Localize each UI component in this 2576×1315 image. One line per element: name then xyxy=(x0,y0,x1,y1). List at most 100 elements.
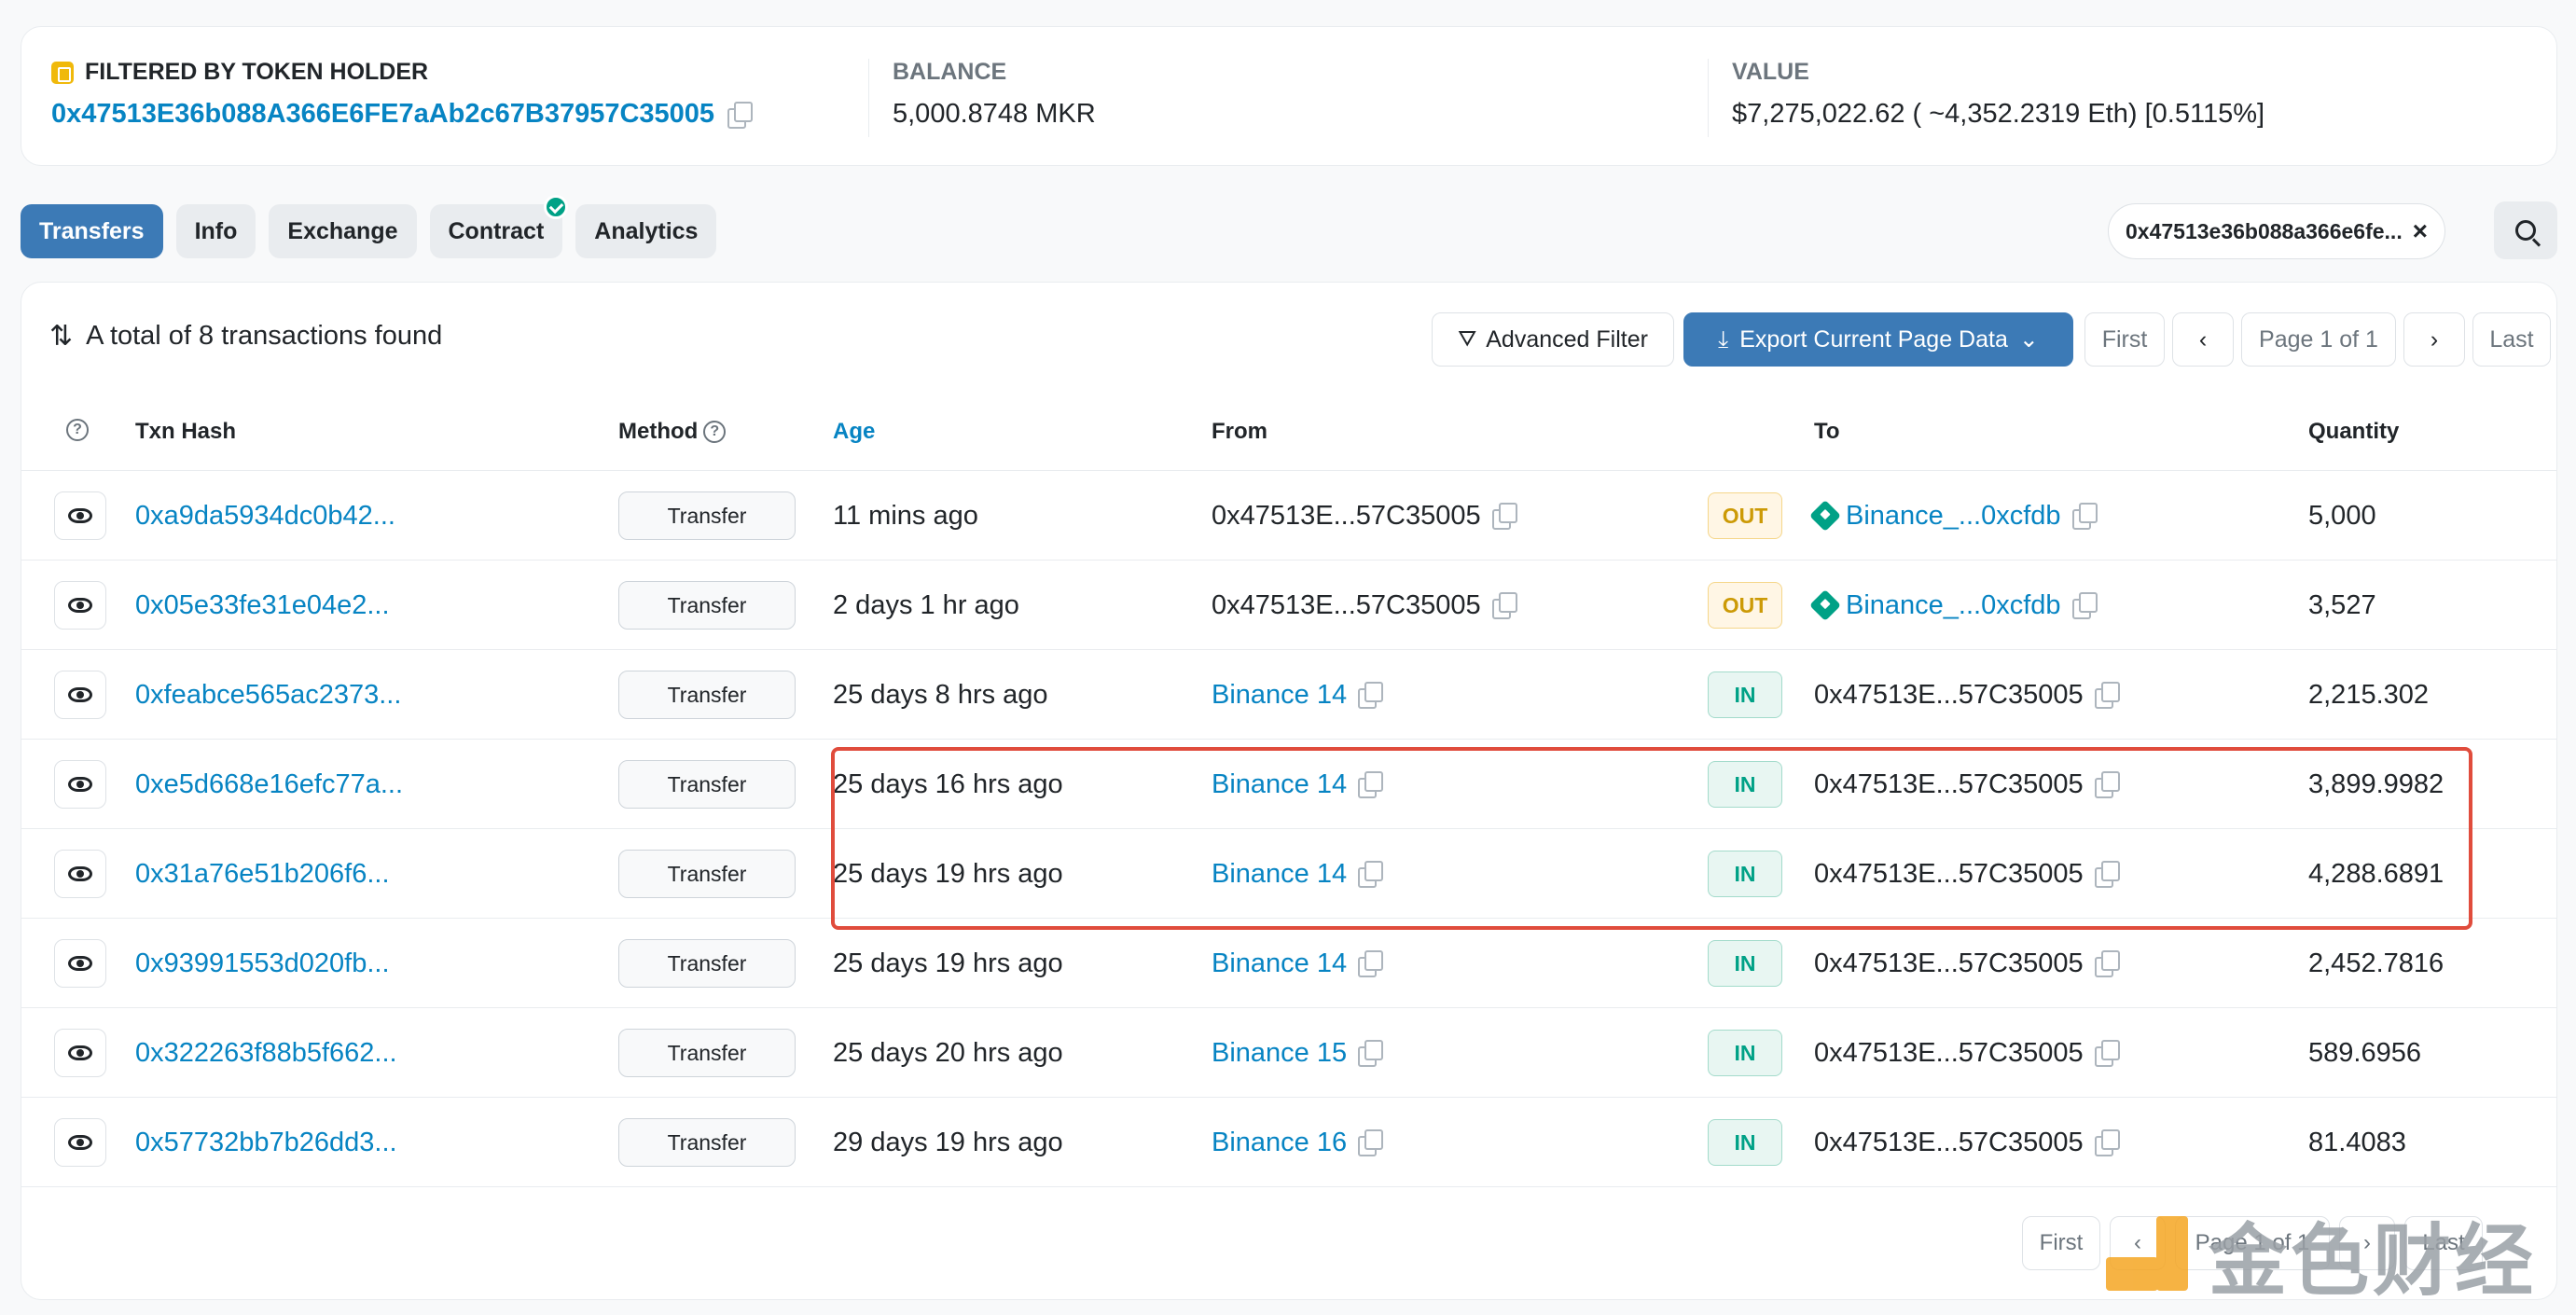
to-address-link[interactable]: Binance_...0xcfdb xyxy=(1846,590,2061,621)
age-text: 2 days 1 hr ago xyxy=(833,589,1019,620)
to-address-link[interactable]: Binance_...0xcfdb xyxy=(1846,501,2061,532)
from-address-link[interactable]: Binance 15 xyxy=(1212,1038,1347,1069)
close-icon[interactable]: × xyxy=(2413,216,2428,246)
view-details-button[interactable] xyxy=(54,939,106,988)
question-icon[interactable]: ? xyxy=(703,421,727,443)
copy-icon[interactable] xyxy=(727,101,754,129)
exchange-icon xyxy=(1809,589,1841,621)
txn-hash-link[interactable]: 0xe5d668e16efc77a... xyxy=(135,769,403,800)
address-filter-text: 0x47513e36b088a366e6fe... xyxy=(2126,218,2403,243)
txn-hash-link[interactable]: 0x05e33fe31e04e2... xyxy=(135,590,390,621)
tab-analytics[interactable]: Analytics xyxy=(575,204,717,258)
filter-icon: ⛛ xyxy=(1458,326,1477,352)
direction-badge: IN xyxy=(1708,1030,1782,1076)
to-address: 0x47513E...57C35005 xyxy=(1814,1037,2084,1068)
view-details-button[interactable] xyxy=(54,1118,106,1167)
txn-hash-link[interactable]: 0x57732bb7b26dd3... xyxy=(135,1128,397,1158)
view-details-button[interactable] xyxy=(54,491,106,540)
tab-contract[interactable]: Contract xyxy=(429,195,569,258)
copy-icon[interactable] xyxy=(2071,503,2098,530)
view-details-button[interactable] xyxy=(54,760,106,809)
quantity-value: 2,452.7816 xyxy=(2308,948,2444,978)
view-details-button[interactable] xyxy=(54,850,106,898)
search-button[interactable] xyxy=(2494,201,2557,259)
from-cell: 0x47513E...57C35005 xyxy=(1212,471,1517,561)
tab-bar: Transfers Info Exchange Contract Analyti… xyxy=(21,195,717,258)
age-text: 25 days 19 hrs ago xyxy=(833,948,1063,978)
exchange-icon xyxy=(1809,500,1841,532)
method-badge: Transfer xyxy=(618,1118,796,1167)
copy-icon[interactable] xyxy=(2071,592,2098,619)
first-page-button[interactable]: First xyxy=(2084,312,2165,367)
from-address-link[interactable]: Binance 14 xyxy=(1212,680,1347,711)
balance-value: 5,000.8748 MKR xyxy=(893,99,1096,129)
quantity-value: 3,527 xyxy=(2308,589,2376,620)
copy-icon[interactable] xyxy=(1358,950,1384,977)
txn-hash-link[interactable]: 0x322263f88b5f662... xyxy=(135,1038,397,1069)
from-address: 0x47513E...57C35005 xyxy=(1212,500,1481,531)
table-header: ? Txn Hash Method? Age From To Quantity xyxy=(21,393,2556,471)
chevron-right-icon: › xyxy=(2430,325,2439,353)
to-address: 0x47513E...57C35005 xyxy=(1814,948,2084,978)
table-row: 0x57732bb7b26dd3... Transfer 29 days 19 hr… xyxy=(21,1098,2556,1187)
copy-icon[interactable] xyxy=(1358,1129,1384,1156)
to-cell: 0x47513E...57C35005 xyxy=(1814,650,2120,740)
copy-icon[interactable] xyxy=(2094,1129,2120,1156)
watermark-text: 金色财经 xyxy=(2209,1214,2538,1307)
txn-hash-link[interactable]: 0xa9da5934dc0b42... xyxy=(135,501,395,532)
col-to: To xyxy=(1814,419,1840,444)
copy-icon[interactable] xyxy=(1491,592,1517,619)
value-label: VALUE xyxy=(1732,59,1809,85)
quantity-value: 589.6956 xyxy=(2308,1037,2421,1068)
tab-exchange[interactable]: Exchange xyxy=(269,204,417,258)
watermark-logo-icon xyxy=(2106,1211,2194,1298)
address-filter-chip[interactable]: 0x47513e36b088a366e6fe... × xyxy=(2108,203,2445,259)
col-age[interactable]: Age xyxy=(833,419,875,445)
to-cell: Binance_...0xcfdb xyxy=(1809,561,2098,650)
copy-icon[interactable] xyxy=(2094,682,2120,709)
to-cell: 0x47513E...57C35005 xyxy=(1814,1008,2120,1098)
from-address-link[interactable]: Binance 16 xyxy=(1212,1128,1347,1158)
view-details-button[interactable] xyxy=(54,1029,106,1077)
txn-hash-link[interactable]: 0x93991553d020fb... xyxy=(135,948,390,979)
method-badge: Transfer xyxy=(618,939,796,988)
from-address-link[interactable]: Binance 14 xyxy=(1212,948,1347,979)
page-indicator: Page 1 of 1 xyxy=(2241,312,2396,367)
txn-hash-link[interactable]: 0xfeabce565ac2373... xyxy=(135,680,401,711)
from-cell: Binance 14 xyxy=(1212,650,1384,740)
prev-page-button[interactable]: ‹ xyxy=(2172,312,2234,367)
tab-info[interactable]: Info xyxy=(175,204,256,258)
col-quantity: Quantity xyxy=(2308,419,2400,444)
copy-icon[interactable] xyxy=(2094,1040,2120,1067)
eye-icon xyxy=(68,508,92,523)
copy-icon[interactable] xyxy=(2094,950,2120,977)
holder-address-link[interactable]: 0x47513E36b088A366E6FE7aAb2c67B37957C350… xyxy=(51,99,714,130)
from-cell: 0x47513E...57C35005 xyxy=(1212,561,1517,650)
first-page-button[interactable]: First xyxy=(2022,1216,2100,1270)
download-icon: ⤓ xyxy=(1718,325,1729,353)
balance-label: BALANCE xyxy=(893,59,1007,85)
view-details-button[interactable] xyxy=(54,671,106,719)
copy-icon[interactable] xyxy=(1358,1040,1384,1067)
export-button[interactable]: ⤓ Export Current Page Data ⌄ xyxy=(1683,312,2073,367)
divider xyxy=(868,59,869,137)
filtered-label: FILTERED BY TOKEN HOLDER xyxy=(85,59,429,85)
eye-icon xyxy=(68,777,92,792)
copy-icon[interactable] xyxy=(1358,682,1384,709)
holder-section: FILTERED BY TOKEN HOLDER 0x47513E36b088A… xyxy=(51,59,754,130)
txn-hash-link[interactable]: 0x31a76e51b206f6... xyxy=(135,859,390,890)
col-txn-hash: Txn Hash xyxy=(135,419,237,444)
age-text: 25 days 20 hrs ago xyxy=(833,1037,1063,1068)
advanced-filter-button[interactable]: ⛛ Advanced Filter xyxy=(1432,312,1674,367)
total-text: A total of 8 transactions found xyxy=(86,321,443,351)
copy-icon[interactable] xyxy=(1491,503,1517,530)
balance-section: BALANCE 5,000.8748 MKR xyxy=(893,59,1096,130)
eye-icon xyxy=(68,598,92,613)
next-page-button[interactable]: › xyxy=(2403,312,2465,367)
verified-check-icon xyxy=(544,195,569,219)
last-page-button[interactable]: Last xyxy=(2472,312,2551,367)
transfers-card: ⇅ A total of 8 transactions found ⛛ Adva… xyxy=(21,282,2557,1300)
view-details-button[interactable] xyxy=(54,581,106,630)
table-row: 0x93991553d020fb... Transfer 25 days 19 hr… xyxy=(21,919,2556,1008)
tab-transfers[interactable]: Transfers xyxy=(21,204,163,258)
